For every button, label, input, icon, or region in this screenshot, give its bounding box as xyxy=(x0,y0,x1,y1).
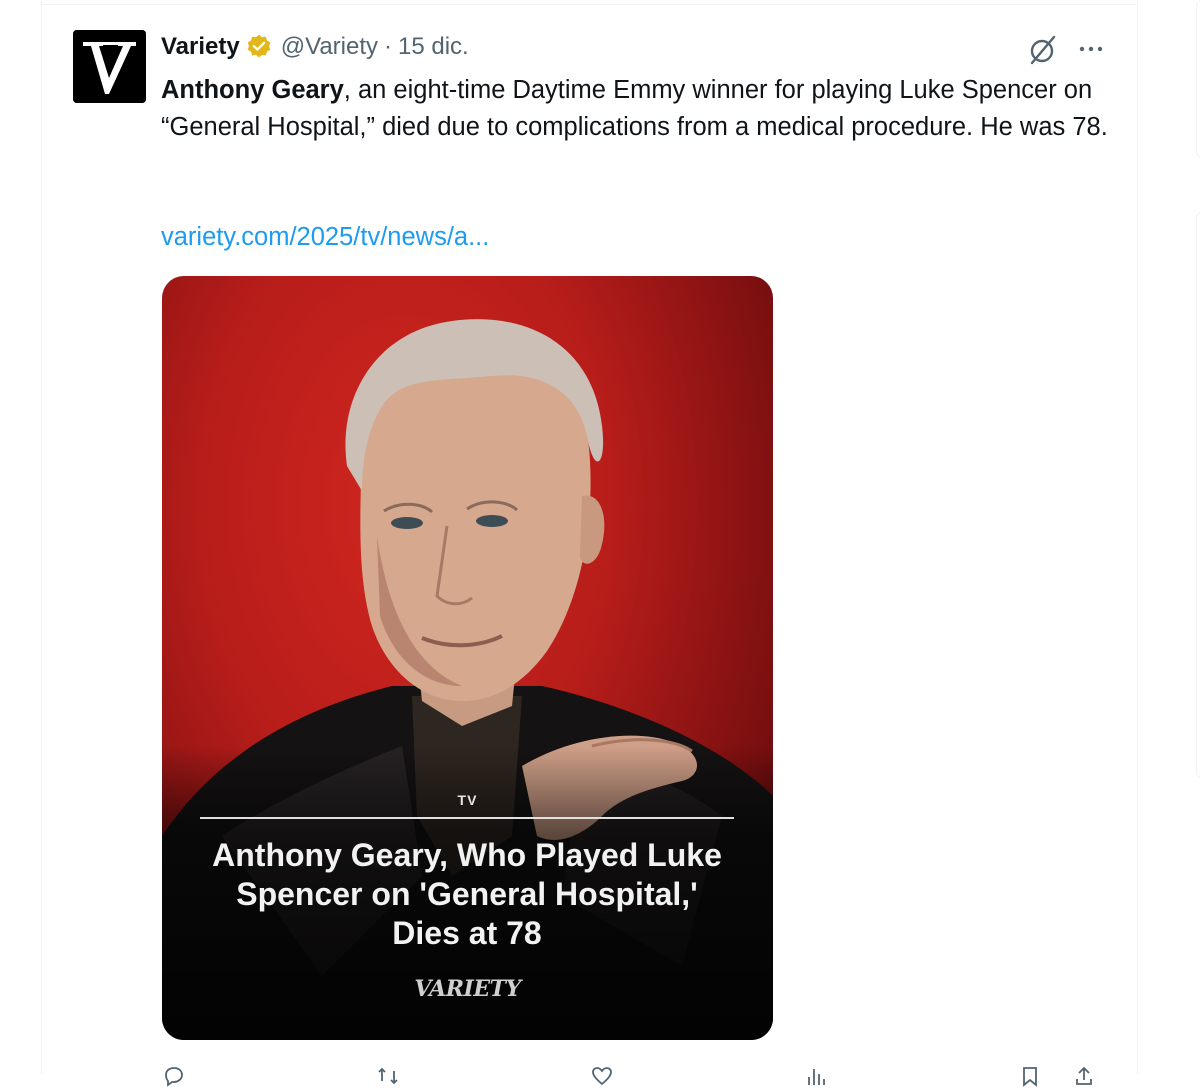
link-preview-card[interactable]: TV Anthony Geary, Who Played Luke Spence… xyxy=(162,276,773,1040)
tweet-link[interactable]: variety.com/2025/tv/news/a... xyxy=(161,219,489,256)
timeline-right-border xyxy=(1137,0,1138,1074)
tweet-header: Variety @Variety · 15 dic. xyxy=(161,31,469,63)
more-horizontal-icon[interactable] xyxy=(1074,34,1108,64)
grok-icon[interactable] xyxy=(1026,33,1060,67)
header-separator: · xyxy=(384,33,393,60)
share-icon[interactable] xyxy=(1073,1065,1095,1087)
reply-icon[interactable] xyxy=(163,1065,185,1087)
card-headline: Anthony Geary, Who Played Luke Spencer o… xyxy=(212,837,722,951)
retweet-icon[interactable] xyxy=(377,1065,399,1087)
tweet-text-bold: Anthony Geary xyxy=(161,76,344,104)
tweet-date[interactable]: 15 dic. xyxy=(398,33,469,61)
like-icon[interactable] xyxy=(591,1065,613,1087)
avatar[interactable] xyxy=(73,30,146,103)
variety-wordmark-logo: VARIETY xyxy=(414,976,521,1002)
sidebar-card-edge xyxy=(1196,212,1200,778)
verified-badge-icon xyxy=(245,33,273,61)
author-handle[interactable]: @Variety xyxy=(281,33,378,61)
tweet-text: Anthony Geary, an eight-time Daytime Emm… xyxy=(161,72,1111,146)
bookmark-icon[interactable] xyxy=(1019,1065,1041,1087)
views-icon[interactable] xyxy=(805,1065,827,1087)
card-category-tag: TV xyxy=(457,792,478,808)
author-name[interactable]: Variety xyxy=(161,33,240,61)
sidebar-card-edge xyxy=(1196,0,1200,158)
tweet-actions xyxy=(161,1065,1121,1087)
card-divider xyxy=(200,817,734,819)
variety-logo-icon xyxy=(73,30,146,103)
tweet[interactable]: Variety @Variety · 15 dic. Anthony Geary… xyxy=(42,5,1137,1087)
